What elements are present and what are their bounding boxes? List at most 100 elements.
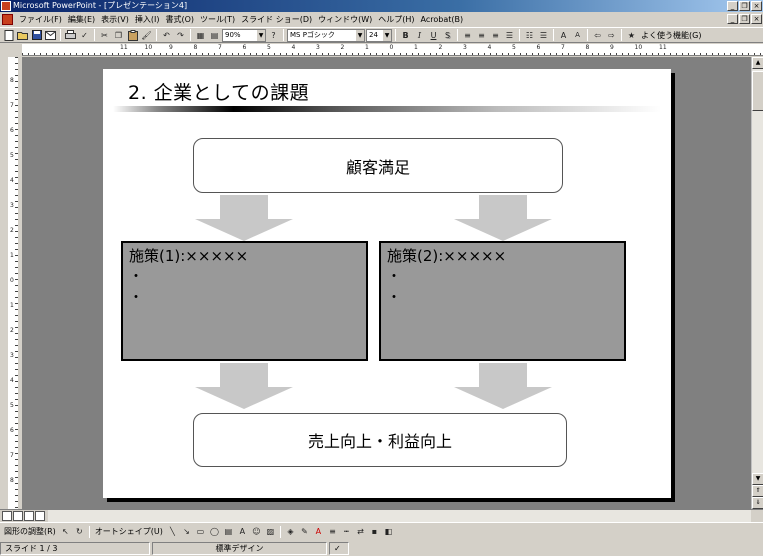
next-slide-icon[interactable]: ⇓ xyxy=(752,497,763,509)
align-left-icon[interactable]: ≡ xyxy=(461,29,474,42)
align-center-icon[interactable]: ≡ xyxy=(475,29,488,42)
cut-icon[interactable]: ✂ xyxy=(98,29,111,42)
menu-help[interactable]: ヘルプ(H) xyxy=(375,12,417,27)
scroll-up-icon[interactable]: ▲ xyxy=(752,57,763,69)
normal-view-icon[interactable] xyxy=(2,511,12,521)
free-rotate-icon[interactable]: ↻ xyxy=(73,525,86,538)
italic-button[interactable]: I xyxy=(413,29,426,42)
bullets-icon[interactable]: ☰ xyxy=(537,29,550,42)
numbering-icon[interactable]: ☷ xyxy=(523,29,536,42)
line-color-icon[interactable]: ✎ xyxy=(298,525,311,538)
increase-font-icon[interactable]: A xyxy=(557,29,570,42)
draw-menu-button[interactable]: 図形の調整(R) xyxy=(2,526,58,537)
restore-button[interactable]: ❐ xyxy=(739,1,750,11)
oval-icon[interactable]: ◯ xyxy=(208,525,221,538)
menu-tools[interactable]: ツール(T) xyxy=(197,12,238,27)
copy-icon[interactable]: ❐ xyxy=(112,29,125,42)
minimize-button[interactable]: _ xyxy=(727,1,738,11)
undo-icon[interactable]: ↶ xyxy=(160,29,173,42)
scroll-down-icon[interactable]: ▼ xyxy=(752,473,763,485)
slide-view-icon[interactable] xyxy=(24,511,34,521)
doc-close-button[interactable]: × xyxy=(751,14,762,24)
line-icon[interactable]: ╲ xyxy=(166,525,179,538)
menu-acrobat[interactable]: Acrobat(B) xyxy=(418,12,467,27)
scroll-thumb[interactable] xyxy=(752,71,763,111)
vertical-scrollbar[interactable]: ▲ ▼ ⇑ ⇓ xyxy=(751,57,763,509)
menu-window[interactable]: ウィンドウ(W) xyxy=(315,12,375,27)
toolbar-separator xyxy=(190,29,191,41)
new-icon[interactable] xyxy=(2,29,15,42)
dash-style-icon[interactable]: ┅ xyxy=(340,525,353,538)
insert-chart-icon[interactable]: ▦ xyxy=(194,29,207,42)
spellcheck-status-icon[interactable]: ✓ xyxy=(329,541,349,555)
ruler-tick-label: 7 xyxy=(10,102,14,109)
fill-color-icon[interactable]: ◈ xyxy=(284,525,297,538)
document-icon[interactable] xyxy=(2,14,13,25)
menu-slideshow[interactable]: スライド ショー(D) xyxy=(238,12,315,27)
rectangle-icon[interactable]: ▭ xyxy=(194,525,207,538)
customer-satisfaction-box[interactable]: 顧客満足 xyxy=(193,138,563,193)
align-right-icon[interactable]: ≡ xyxy=(489,29,502,42)
sales-profit-box[interactable]: 売上向上・利益向上 xyxy=(193,413,567,467)
doc-restore-button[interactable]: ❐ xyxy=(739,14,750,24)
doc-minimize-button[interactable]: _ xyxy=(727,14,738,24)
arrow-icon[interactable]: ↘ xyxy=(180,525,193,538)
save-icon[interactable] xyxy=(30,29,43,42)
arrow-style-icon[interactable]: ⇄ xyxy=(354,525,367,538)
promote-icon[interactable]: ⇦ xyxy=(591,29,604,42)
menu-view[interactable]: 表示(V) xyxy=(98,12,132,27)
font-size-select[interactable]: 24 ▼ xyxy=(366,28,392,42)
3d-style-icon[interactable]: ◧ xyxy=(382,525,395,538)
insert-table-icon[interactable]: ▤ xyxy=(208,29,221,42)
font-color-icon[interactable]: A xyxy=(312,525,325,538)
clipart-icon[interactable]: ☺ xyxy=(250,525,263,538)
shadow-button[interactable]: S xyxy=(441,29,454,42)
print-icon[interactable] xyxy=(64,29,77,42)
textbox-icon[interactable]: ▤ xyxy=(222,525,235,538)
slide-title[interactable]: 2. 企業としての課題 xyxy=(128,78,309,105)
autoshapes-button[interactable]: オートシェイプ(U) xyxy=(93,526,165,537)
outline-view-icon[interactable] xyxy=(13,511,23,521)
down-arrow-right-top[interactable] xyxy=(454,195,552,241)
chevron-down-icon[interactable]: ▼ xyxy=(257,29,265,41)
picture-icon[interactable]: ▨ xyxy=(264,525,277,538)
measure-2-box[interactable]: 施策(2):××××× ・ ・ xyxy=(379,241,626,361)
underline-button[interactable]: U xyxy=(427,29,440,42)
font-select[interactable]: MS Pゴシック ▼ xyxy=(287,28,365,42)
redo-icon[interactable]: ↷ xyxy=(174,29,187,42)
spellcheck-icon[interactable]: ✓ xyxy=(78,29,91,42)
distribute-icon[interactable]: ☰ xyxy=(503,29,516,42)
powerpoint-app-icon[interactable] xyxy=(1,1,11,11)
menu-edit[interactable]: 編集(E) xyxy=(65,12,98,27)
shadow-style-icon[interactable]: ▪ xyxy=(368,525,381,538)
line-style-icon[interactable]: ≡ xyxy=(326,525,339,538)
chevron-down-icon[interactable]: ▼ xyxy=(383,29,391,41)
wordart-icon[interactable]: A xyxy=(236,525,249,538)
previous-slide-icon[interactable]: ⇑ xyxy=(752,485,763,497)
decrease-font-icon[interactable]: A xyxy=(571,29,584,42)
help-icon[interactable]: ? xyxy=(267,29,280,42)
paste-icon[interactable] xyxy=(126,29,139,42)
menu-insert[interactable]: 挿入(I) xyxy=(132,12,163,27)
menu-file[interactable]: ファイル(F) xyxy=(16,12,65,27)
down-arrow-right-bottom[interactable] xyxy=(454,363,552,409)
close-button[interactable]: × xyxy=(751,1,762,11)
ruler-tick-label: 10 xyxy=(144,44,153,51)
chevron-down-icon[interactable]: ▼ xyxy=(356,29,364,41)
bold-button[interactable]: B xyxy=(399,29,412,42)
format-painter-icon[interactable]: 🖌 xyxy=(140,29,153,42)
common-tasks-icon[interactable]: ★ xyxy=(625,29,638,42)
down-arrow-left-top[interactable] xyxy=(195,195,293,241)
slide-sorter-view-icon[interactable] xyxy=(35,511,45,521)
down-arrow-left-bottom[interactable] xyxy=(195,363,293,409)
select-pointer-icon[interactable]: ↖ xyxy=(59,525,72,538)
common-tasks-button[interactable]: よく使う機能(G) xyxy=(639,30,703,41)
slide[interactable]: 2. 企業としての課題 顧客満足 施策(1):××××× ・ ・ 施策(2):×… xyxy=(103,69,671,498)
email-icon[interactable] xyxy=(44,29,57,42)
open-icon[interactable] xyxy=(16,29,29,42)
zoom-select[interactable]: 90% ▼ xyxy=(222,28,266,42)
menu-format[interactable]: 書式(O) xyxy=(162,12,197,27)
horizontal-scrollbar[interactable] xyxy=(48,510,751,522)
demote-icon[interactable]: ⇨ xyxy=(605,29,618,42)
measure-1-box[interactable]: 施策(1):××××× ・ ・ xyxy=(121,241,368,361)
